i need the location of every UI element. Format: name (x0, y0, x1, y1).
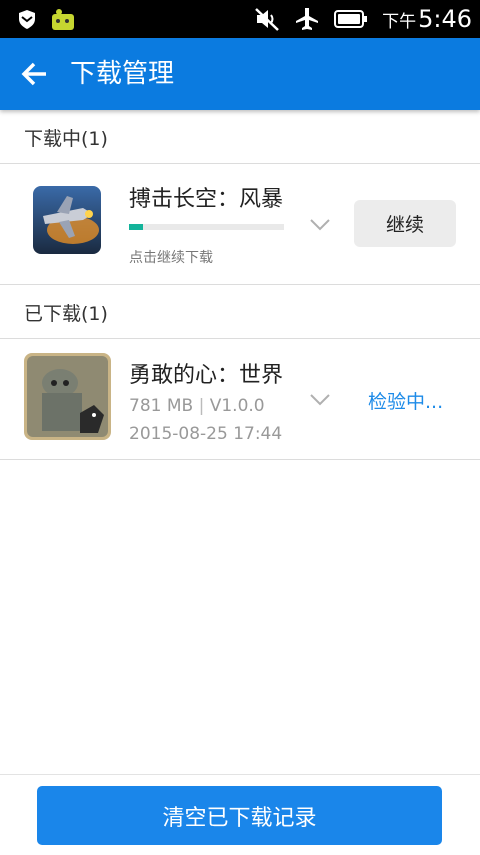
downloading-header-label: 下载中(1) (24, 128, 108, 150)
app-bar: 下载管理 (0, 38, 480, 110)
clear-downloads-button[interactable]: 清空已下载记录 (37, 786, 442, 845)
shield-icon (19, 10, 35, 29)
download-progress-fill (129, 224, 143, 230)
continue-button[interactable]: 继续 (354, 200, 456, 247)
airplane-icon (296, 8, 319, 30)
list-item[interactable]: 勇敢的心：世界 781 MB | V1.0.0 2015-08-25 17:44… (0, 339, 480, 460)
download-progress-bar (129, 224, 284, 230)
status-ampm: 下午 (382, 12, 417, 32)
download-hint: 点击继续下载 (129, 250, 213, 266)
app-name: 搏击长空：风暴 (129, 187, 284, 212)
battery-icon (334, 10, 368, 28)
status-bar: 下午 5:46 (0, 0, 480, 38)
app-meta: 781 MB | V1.0.0 (129, 396, 265, 416)
meta-divider: | (198, 396, 205, 416)
chevron-down-icon[interactable] (309, 393, 331, 407)
downloaded-header-label: 已下载(1) (24, 303, 108, 325)
list-item[interactable]: 搏击长空：风暴 点击继续下载 继续 (0, 164, 480, 285)
back-arrow-icon (21, 62, 46, 86)
bottom-bar: 清空已下载记录 (0, 774, 480, 855)
app-icon (33, 186, 101, 254)
downloading-header: 下载中(1) (0, 111, 480, 164)
app-size: 781 MB (129, 396, 194, 416)
chevron-down-icon[interactable] (309, 218, 331, 232)
app-name: 勇敢的心：世界 (129, 363, 284, 388)
back-button[interactable] (16, 56, 52, 92)
status-time: 5:46 (418, 5, 472, 33)
app-icon (24, 353, 111, 440)
mute-icon (255, 8, 279, 31)
android-app-icon (52, 9, 74, 30)
app-version: V1.0.0 (209, 396, 265, 416)
page-title: 下载管理 (70, 59, 175, 89)
verify-status[interactable]: 检验中... (368, 387, 443, 414)
app-date: 2015-08-25 17:44 (129, 424, 283, 444)
downloaded-header: 已下载(1) (0, 286, 480, 339)
